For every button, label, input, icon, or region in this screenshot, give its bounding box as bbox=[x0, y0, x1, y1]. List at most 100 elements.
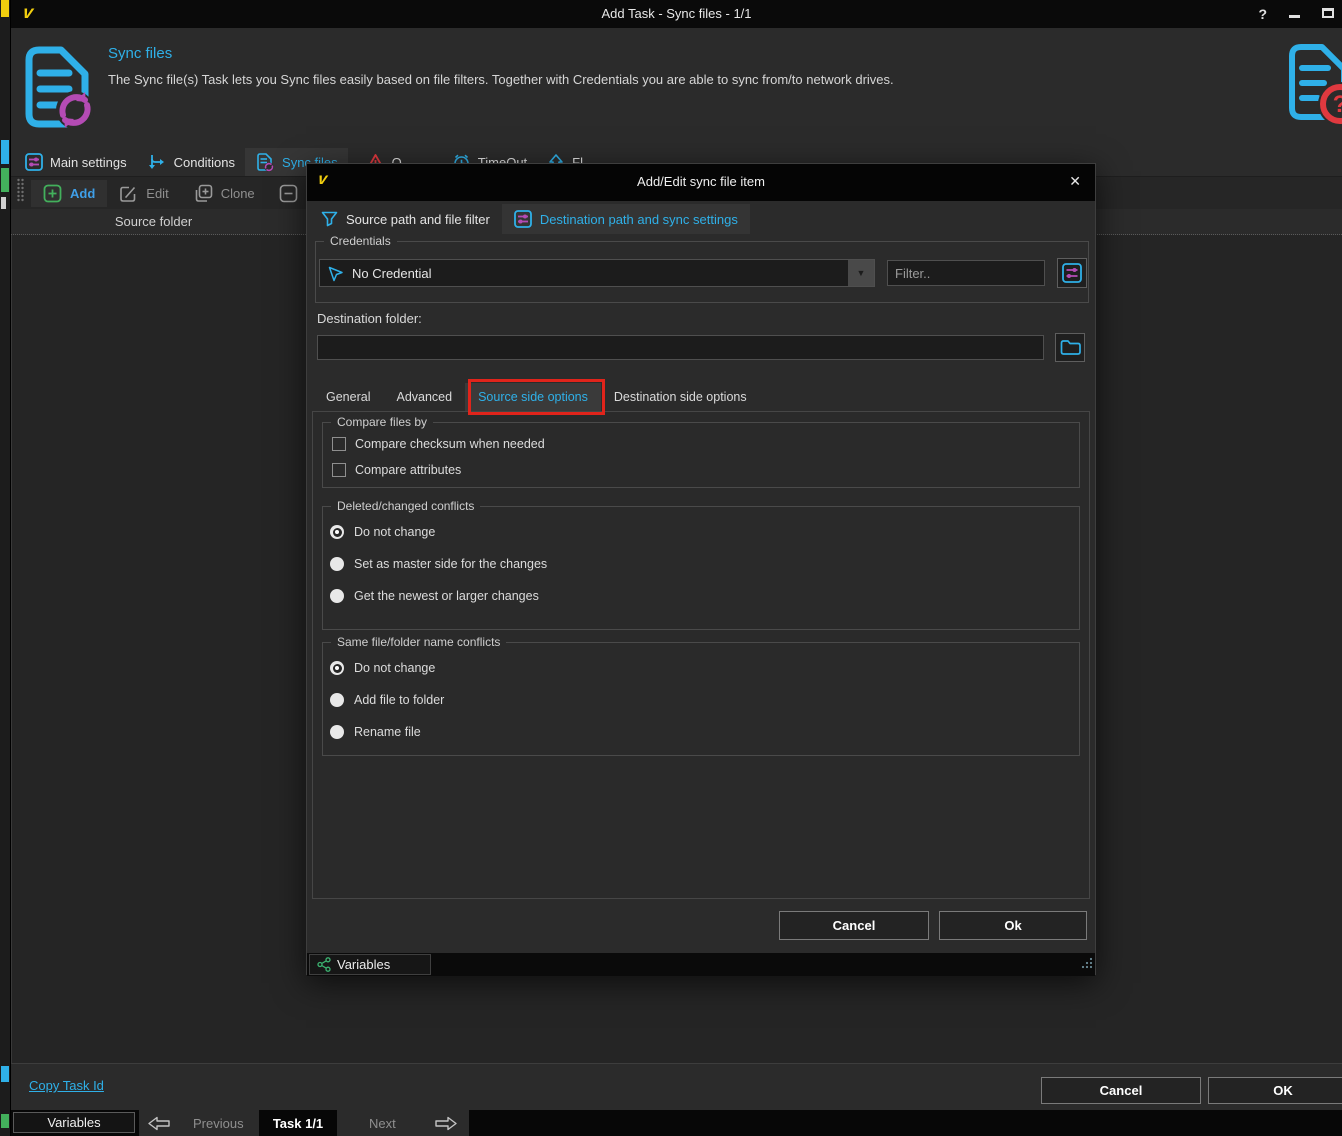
add-label: Add bbox=[70, 186, 95, 201]
screen: v Add Task - Sync files - 1/1 ? bbox=[0, 0, 1342, 1136]
tab-destination-side-options[interactable]: Destination side options bbox=[601, 383, 760, 411]
cancel-button-main[interactable]: Cancel bbox=[1041, 1077, 1201, 1104]
minimize-button[interactable] bbox=[1289, 5, 1300, 23]
dialog-close-button[interactable]: ✕ bbox=[1069, 173, 1081, 190]
next-label: Next bbox=[369, 1116, 396, 1131]
compare-files-group: Compare files by Compare checksum when n… bbox=[322, 422, 1080, 488]
radio-row[interactable]: Get the newest or larger changes bbox=[330, 586, 1079, 606]
deleted-changed-conflicts-group: Deleted/changed conflicts Do not change … bbox=[322, 506, 1080, 630]
radio-row[interactable]: Add file to folder bbox=[330, 690, 1079, 710]
svg-text:?: ? bbox=[1333, 91, 1342, 118]
settings-sliders-icon bbox=[1062, 263, 1082, 283]
clone-button[interactable]: Clone bbox=[181, 180, 267, 207]
tab-general[interactable]: General bbox=[313, 383, 383, 411]
dialog-variables-bar: Variables bbox=[307, 953, 1095, 976]
radio-rename-file[interactable] bbox=[330, 725, 344, 739]
tab-label: Main settings bbox=[50, 155, 127, 170]
checkbox-row[interactable]: Compare checksum when needed bbox=[332, 434, 1079, 454]
window-controls: ? bbox=[1258, 0, 1334, 28]
radio-label: Add file to folder bbox=[354, 693, 444, 707]
arrow-left-icon bbox=[147, 1116, 171, 1131]
source-side-options-panel: Compare files by Compare checksum when n… bbox=[312, 411, 1090, 899]
credential-pointer-icon bbox=[327, 265, 344, 282]
next-task-button[interactable]: Next bbox=[337, 1110, 469, 1136]
radio-add-file-to-folder[interactable] bbox=[330, 693, 344, 707]
background-logo-sliver bbox=[1, 0, 9, 17]
drag-handle[interactable] bbox=[16, 178, 25, 209]
conditions-branch-icon bbox=[147, 153, 167, 172]
deleted-conflicts-legend: Deleted/changed conflicts bbox=[331, 499, 480, 513]
resize-grip[interactable] bbox=[1081, 956, 1093, 974]
ok-button-main[interactable]: OK bbox=[1208, 1077, 1342, 1104]
edit-label: Edit bbox=[146, 186, 168, 201]
radio-label: Do not change bbox=[354, 525, 435, 539]
tab-source-path[interactable]: Source path and file filter bbox=[309, 204, 502, 234]
arrow-right-icon bbox=[434, 1116, 458, 1131]
background-link-sliver bbox=[1, 1066, 9, 1082]
background-icon-sliver-green bbox=[1, 168, 9, 192]
previous-label: Previous bbox=[193, 1116, 244, 1131]
same-name-conflicts-legend: Same file/folder name conflicts bbox=[331, 635, 506, 649]
task-help-icon: ? bbox=[1284, 40, 1342, 137]
radio-label: Rename file bbox=[354, 725, 421, 739]
variables-panel-button[interactable]: Variables bbox=[13, 1112, 135, 1133]
dialog-titlebar: v Add/Edit sync file item ✕ bbox=[307, 164, 1095, 201]
add-button[interactable]: Add bbox=[31, 180, 107, 207]
radio-row[interactable]: Do not change bbox=[330, 522, 1079, 542]
sync-files-tab-icon bbox=[255, 152, 275, 172]
delete-icon bbox=[279, 184, 298, 203]
tab-main-settings[interactable]: Main settings bbox=[15, 148, 137, 176]
dialog-title: Add/Edit sync file item bbox=[307, 174, 1095, 189]
help-button[interactable]: ? bbox=[1258, 6, 1267, 22]
page-title: Sync files bbox=[108, 45, 172, 62]
compare-files-legend: Compare files by bbox=[331, 415, 433, 429]
credential-dropdown[interactable]: No Credential ▼ bbox=[319, 259, 875, 287]
column-source-folder[interactable]: Source folder bbox=[11, 209, 296, 234]
variables-button[interactable]: Variables bbox=[309, 954, 431, 975]
clone-label: Clone bbox=[221, 186, 255, 201]
dialog-tab-bar: Source path and file filter Destination … bbox=[309, 204, 750, 234]
checkbox-compare-attributes[interactable] bbox=[332, 463, 346, 477]
radio-row[interactable]: Set as master side for the changes bbox=[330, 554, 1079, 574]
radio-do-not-change[interactable] bbox=[330, 525, 344, 539]
background-window-sliver bbox=[0, 0, 10, 1136]
radio-row[interactable]: Rename file bbox=[330, 722, 1079, 742]
destination-folder-input[interactable] bbox=[317, 335, 1044, 360]
tab-destination-path[interactable]: Destination path and sync settings bbox=[502, 204, 750, 234]
ok-button-dialog[interactable]: Ok bbox=[939, 911, 1087, 940]
task-header: Sync files The Sync file(s) Task lets yo… bbox=[11, 28, 1342, 148]
dropdown-arrow-button[interactable]: ▼ bbox=[848, 260, 874, 286]
radio-row[interactable]: Do not change bbox=[330, 658, 1079, 678]
checkbox-compare-checksum[interactable] bbox=[332, 437, 346, 451]
variables-share-icon bbox=[317, 957, 331, 972]
checkbox-label: Compare attributes bbox=[355, 463, 461, 477]
radio-get-newest[interactable] bbox=[330, 589, 344, 603]
cancel-button-dialog[interactable]: Cancel bbox=[779, 911, 929, 940]
checkbox-label: Compare checksum when needed bbox=[355, 437, 545, 451]
maximize-button[interactable] bbox=[1322, 5, 1334, 23]
radio-label: Get the newest or larger changes bbox=[354, 589, 539, 603]
maximize-icon bbox=[1322, 8, 1334, 18]
background-icon-sliver-cyan bbox=[1, 140, 9, 164]
radio-label: Set as master side for the changes bbox=[354, 557, 547, 571]
tab-source-side-options[interactable]: Source side options bbox=[465, 383, 601, 411]
same-name-conflicts-group: Same file/folder name conflicts Do not c… bbox=[322, 642, 1080, 756]
task-counter: Task 1/1 bbox=[261, 1110, 335, 1136]
credentials-row: No Credential ▼ bbox=[319, 258, 1087, 288]
credentials-legend: Credentials bbox=[324, 234, 397, 248]
edit-button[interactable]: Edit bbox=[107, 180, 180, 207]
tab-label: Source path and file filter bbox=[346, 212, 490, 227]
folder-icon bbox=[1060, 339, 1081, 356]
radio-set-master-side[interactable] bbox=[330, 557, 344, 571]
credential-settings-button[interactable] bbox=[1057, 258, 1087, 288]
browse-folder-button[interactable] bbox=[1055, 333, 1085, 362]
background-text-sliver bbox=[1, 197, 6, 209]
checkbox-row[interactable]: Compare attributes bbox=[332, 460, 1079, 480]
credential-filter-input[interactable] bbox=[887, 260, 1045, 286]
tab-conditions[interactable]: Conditions bbox=[137, 148, 245, 176]
tab-advanced[interactable]: Advanced bbox=[383, 383, 465, 411]
previous-task-button[interactable]: Previous bbox=[139, 1110, 259, 1136]
copy-task-id-link[interactable]: Copy Task Id bbox=[29, 1078, 104, 1093]
settings-sliders-icon bbox=[514, 210, 532, 228]
radio-do-not-change-2[interactable] bbox=[330, 661, 344, 675]
